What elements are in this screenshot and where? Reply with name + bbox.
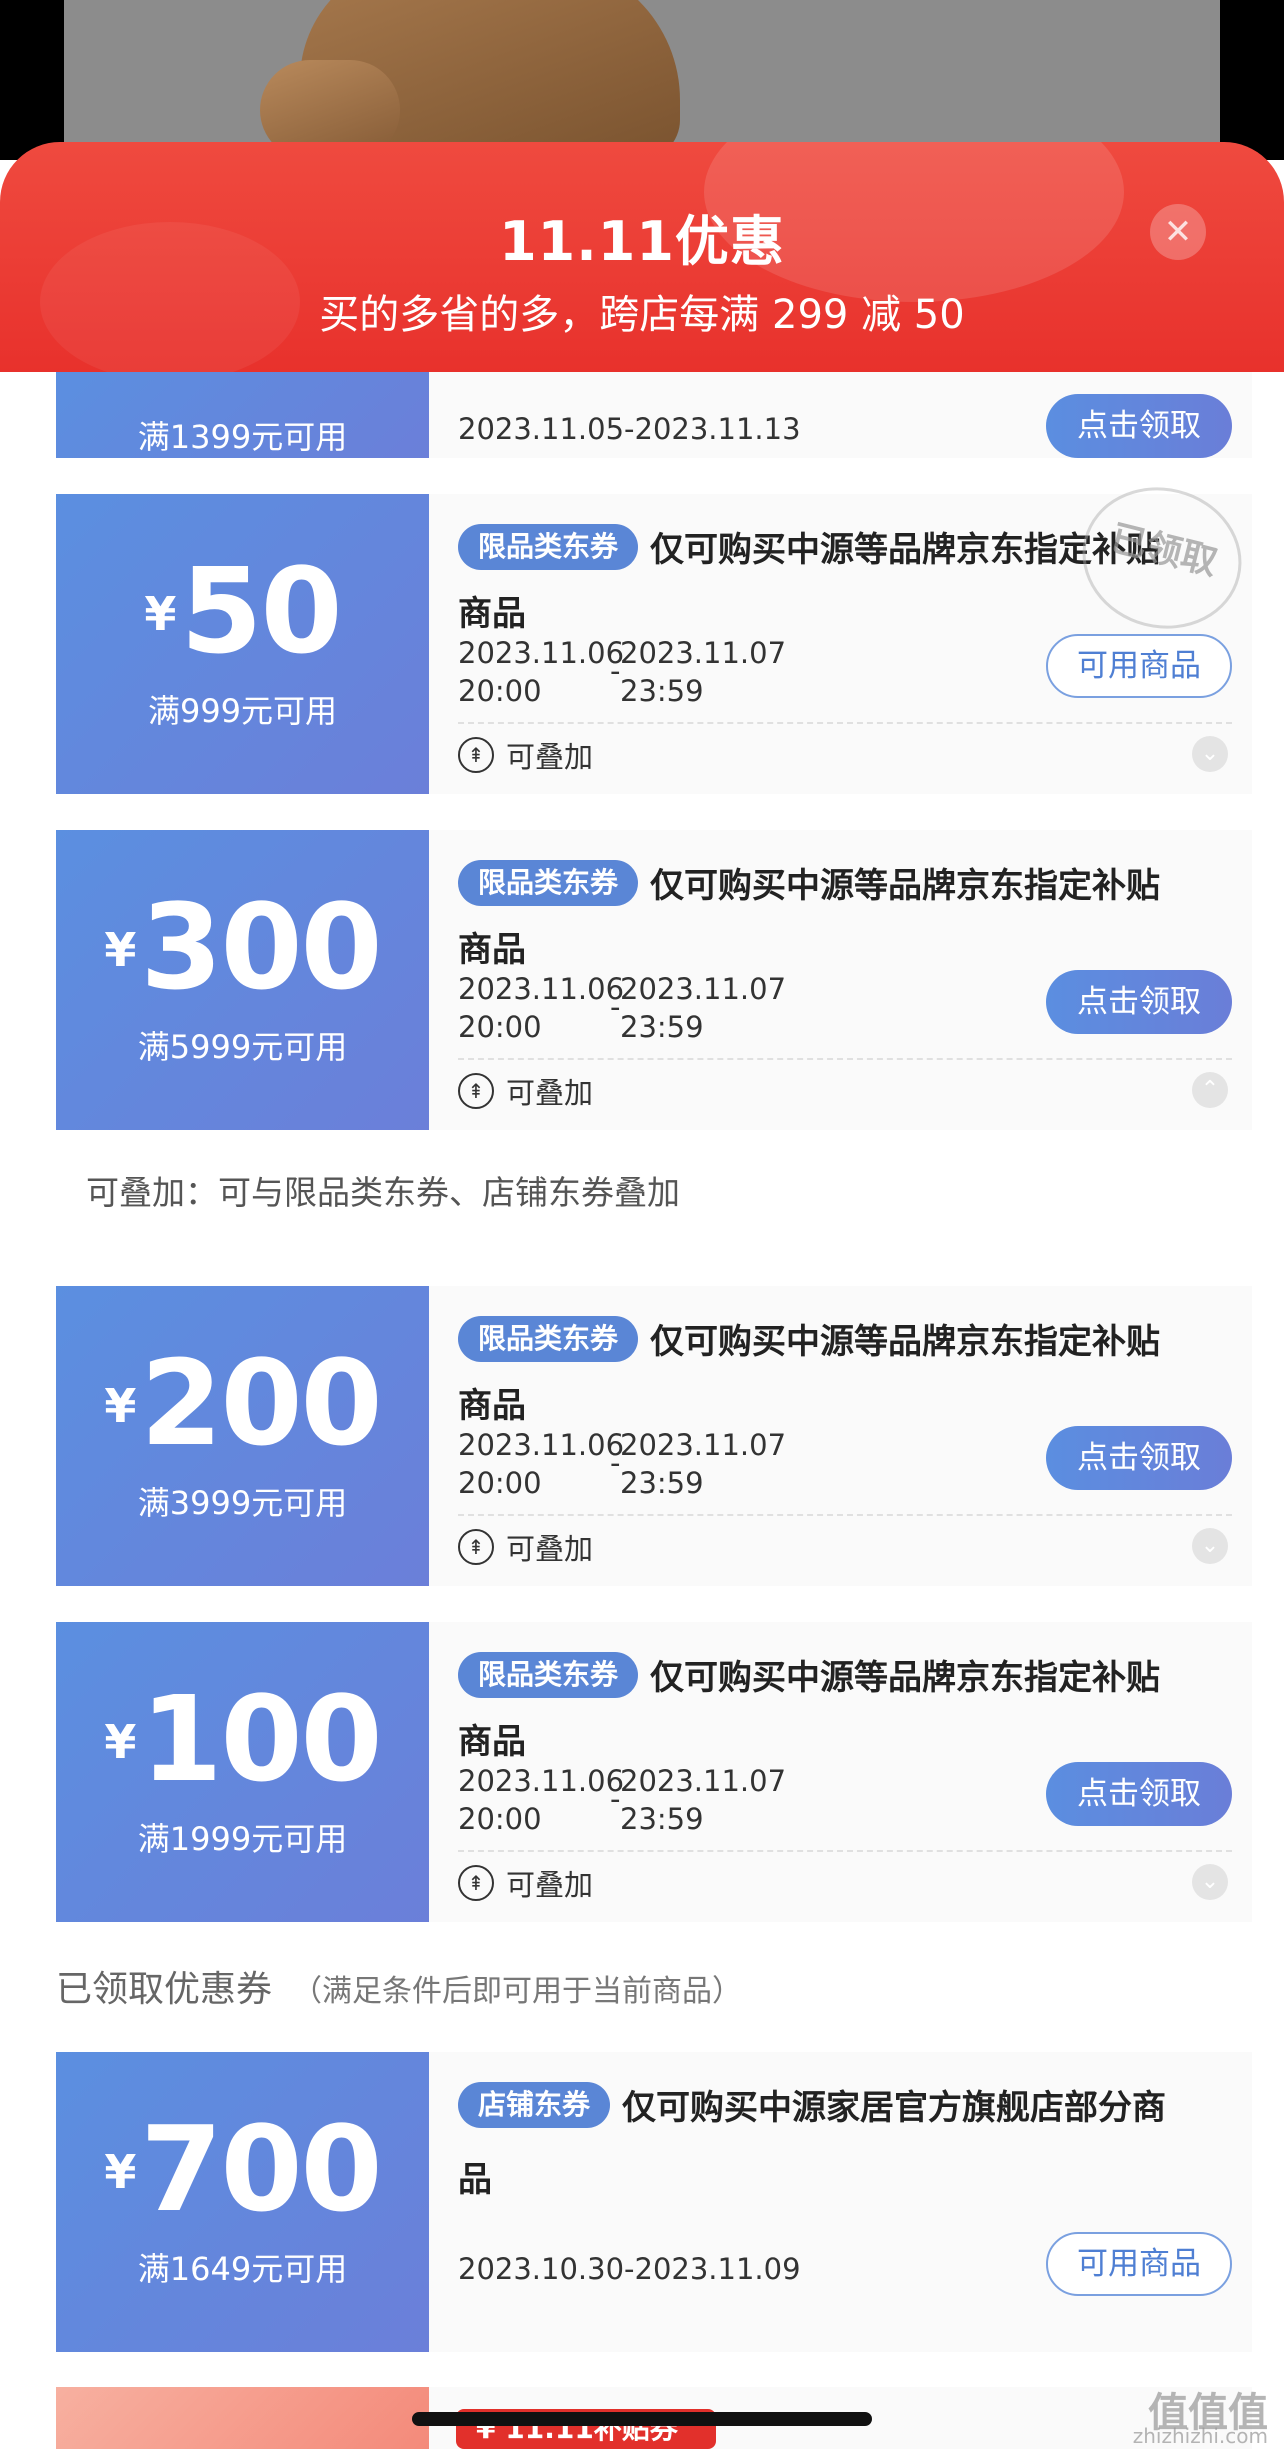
chevron-down-icon[interactable]: ⌄	[1192, 736, 1228, 772]
stackable-info: ⇞ 可叠加	[458, 1526, 593, 1568]
divider	[458, 1514, 1232, 1516]
coupon-type-tag: 限品类东券	[458, 859, 639, 906]
stackable-info: ⇞ 可叠加	[458, 1070, 593, 1112]
divider	[458, 1058, 1232, 1060]
close-icon[interactable]: ✕	[1150, 204, 1206, 260]
coupon-partial-top: 满1399元可用 2023.11.05-2023.11.13 点击领取	[56, 372, 1252, 458]
coupon-type-tag: 限品类东券	[458, 523, 639, 570]
banner-title: 11.11优惠	[499, 210, 785, 273]
claimed-stamp: 已领取	[1067, 470, 1257, 646]
chevron-down-icon[interactable]: ⌄	[1192, 1528, 1228, 1564]
coupon-type-tag: 限品类东券	[458, 1315, 639, 1362]
coupon-condition: 满1649元可用	[137, 2250, 348, 2288]
product-photo	[0, 0, 1284, 160]
coupon-details: 限品类东券 仅可购买中源等品牌京东指定补贴 商品 2023.11.06 20:00 …	[458, 830, 1232, 1130]
coupon-title-cont: 商品	[458, 930, 526, 970]
coupon-card: ¥50 满999元可用 限品类东券 仅可购买中源等品牌京东指定补贴 商品 2023…	[48, 470, 1257, 794]
coupon-amount-panel: ¥200 满3999元可用	[48, 1286, 429, 1586]
divider	[458, 1850, 1232, 1852]
stack-icon: ⇞	[458, 1865, 494, 1901]
coupon-title-cont: 商品	[458, 1386, 526, 1426]
watermark-url: zhizhizhi.com	[1132, 2424, 1268, 2448]
claim-button[interactable]: 点击领取	[1046, 394, 1232, 458]
coupon-amount: ¥100	[104, 1670, 382, 1808]
coupon-amount-panel: 满1399元可用	[56, 372, 429, 458]
coupon-amount-panel: ¥50 满999元可用	[48, 494, 429, 794]
coupon-amount-panel: ¥100 满1999元可用	[48, 1622, 429, 1922]
coupon-amount: ¥200	[104, 1334, 382, 1472]
banner-subtitle: 买的多省的多，跨店每满 299 减 50	[319, 292, 965, 338]
divider	[458, 722, 1232, 724]
coupon-details: 店铺东券 仅可购买中源家居官方旗舰店部分商 品 2023.10.30-2023.1…	[458, 2052, 1232, 2352]
available-products-button[interactable]: 可用商品	[1046, 634, 1232, 698]
stack-icon: ⇞	[458, 1073, 494, 1109]
coupon-amount-panel: ¥700 满1649元可用	[48, 2052, 429, 2352]
coupon-amount: ¥300	[104, 878, 382, 1016]
claim-button[interactable]: 点击领取	[1046, 1426, 1232, 1490]
coupon-title-cont: 品	[458, 2160, 492, 2200]
coupon-card: ¥300 满5999元可用 限品类东券 仅可购买中源等品牌京东指定补贴 商品 20…	[48, 830, 1252, 1130]
chevron-down-icon[interactable]: ⌄	[1192, 1864, 1228, 1900]
coupon-title: 仅可购买中源等品牌京东指定补贴	[650, 1322, 1161, 1362]
chevron-up-icon[interactable]: ⌃	[1192, 1072, 1228, 1108]
coupon-card: ¥200 满3999元可用 限品类东券 仅可购买中源等品牌京东指定补贴 商品 20…	[48, 1286, 1252, 1586]
claim-button[interactable]: 点击领取	[1046, 970, 1232, 1034]
stack-icon: ⇞	[458, 1529, 494, 1565]
claim-button[interactable]: 点击领取	[1046, 1762, 1232, 1826]
stackable-info: ⇞ 可叠加	[458, 1862, 593, 1904]
coupon-amount-panel: ¥300 满5999元可用	[48, 830, 429, 1130]
coupon-details: 限品类东券 仅可购买中源等品牌京东指定补贴 商品 2023.11.06 20:00 …	[458, 1286, 1232, 1586]
coupon-condition: 满1399元可用	[137, 418, 348, 456]
coupon-condition: 满5999元可用	[137, 1028, 348, 1066]
coupon-title-cont: 商品	[458, 594, 526, 634]
coupon-condition: 满1999元可用	[137, 1820, 348, 1858]
coupon-card: ¥700 满1649元可用 店铺东券 仅可购买中源家居官方旗舰店部分商 品 202…	[48, 2052, 1252, 2352]
coupon-type-tag: 限品类东券	[458, 1651, 639, 1698]
claimed-section-title: 已领取优惠券 （满足条件后即可用于当前商品）	[56, 1969, 743, 2010]
coupon-type-tag: 店铺东券	[458, 2081, 611, 2128]
coupon-date-range: 2023.10.30-2023.11.09	[458, 2252, 801, 2286]
coupon-condition: 满3999元可用	[137, 1484, 348, 1522]
coupon-card: ¥100 满1999元可用 限品类东券 仅可购买中源等品牌京东指定补贴 商品 20…	[48, 1622, 1252, 1922]
coupon-title: 仅可购买中源家居官方旗舰店部分商	[622, 2088, 1167, 2128]
available-products-button[interactable]: 可用商品	[1046, 2232, 1232, 2296]
coupon-condition: 满999元可用	[147, 692, 338, 730]
coupon-title-cont: 商品	[458, 1722, 526, 1762]
coupon-amount: ¥50	[144, 542, 342, 680]
coupon-title: 仅可购买中源等品牌京东指定补贴	[650, 866, 1161, 906]
stack-icon: ⇞	[458, 737, 494, 773]
coupon-details: 限品类东券 仅可购买中源等品牌京东指定补贴 商品 2023.11.06 20:00 …	[458, 470, 1257, 794]
home-indicator[interactable]	[412, 2412, 872, 2426]
coupon-title: 仅可购买中源等品牌京东指定补贴	[650, 1658, 1161, 1698]
coupon-details: 限品类东券 仅可购买中源等品牌京东指定补贴 商品 2023.11.06 20:00 …	[458, 1622, 1232, 1922]
stackable-info: ⇞ 可叠加	[458, 734, 593, 776]
promo-banner: 11.11优惠 买的多省的多，跨店每满 299 减 50 ✕	[0, 142, 1284, 372]
coupon-date-range: 2023.11.05-2023.11.13	[458, 412, 801, 446]
coupon-amount: ¥700	[104, 2100, 382, 2238]
stack-note: 可叠加：可与限品类东券、店铺东券叠加	[86, 1173, 680, 1212]
